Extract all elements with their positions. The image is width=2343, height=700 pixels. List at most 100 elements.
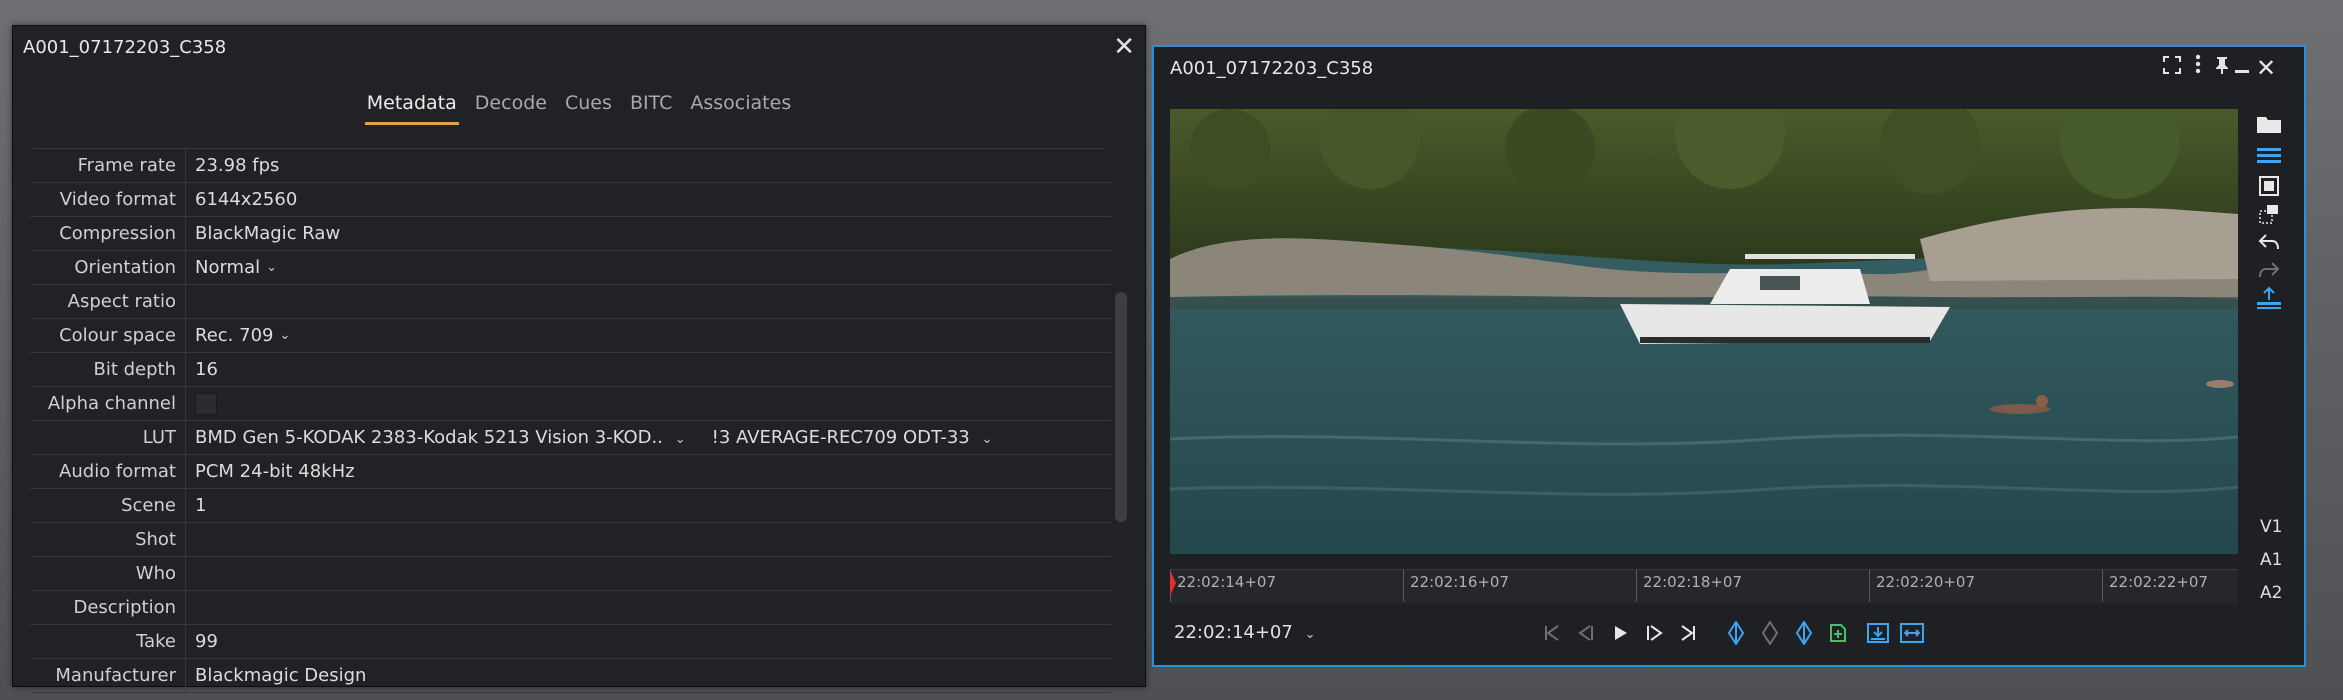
folder-icon[interactable] — [2254, 109, 2284, 139]
more-options-icon[interactable] — [2194, 53, 2202, 83]
chevron-down-icon: ⌄ — [674, 432, 686, 447]
table-row: Aspect ratio — [31, 285, 1111, 319]
add-marker-icon[interactable] — [1756, 619, 1784, 647]
frame-rate-value[interactable]: 23.98 fps — [186, 155, 279, 176]
row-label: Audio format — [31, 455, 186, 488]
chevron-down-icon: ⌄ — [1304, 627, 1316, 642]
row-label: Colour space — [31, 319, 186, 352]
timeline-tick: 22:02:16+07 — [1403, 570, 1509, 602]
metadata-table: Frame rate 23.98 fps Video format 6144x2… — [31, 149, 1111, 693]
table-row: Audio format PCM 24-bit 48kHz — [31, 455, 1111, 489]
pin-icon[interactable] — [2214, 53, 2230, 83]
playhead-marker[interactable] — [1170, 570, 1176, 596]
timeline-tick: 22:02:22+07 — [2102, 570, 2208, 602]
current-timecode: 22:02:14+07 — [1174, 622, 1293, 643]
viewer-panel-title: A001_07172203_C358 — [1170, 58, 1374, 79]
tab-metadata[interactable]: Metadata — [364, 92, 459, 125]
metadata-scrollbar[interactable] — [1115, 168, 1127, 648]
row-label: Manufacturer — [31, 659, 186, 692]
timecode-dropdown[interactable]: 22:02:14+07 ⌄ — [1174, 622, 1315, 643]
lut-dropdown[interactable]: BMD Gen 5-KODAK 2383-Kodak 5213 Vision 3… — [195, 427, 686, 448]
minimize-icon[interactable] — [2234, 53, 2250, 83]
tab-associates[interactable]: Associates — [688, 92, 793, 122]
scrollbar-thumb[interactable] — [1115, 292, 1127, 522]
chevron-down-icon: ⌄ — [266, 260, 278, 275]
table-row: LUT BMD Gen 5-KODAK 2383-Kodak 5213 Visi… — [31, 421, 1111, 455]
track-a2[interactable]: A2 — [2260, 583, 2282, 603]
redo-icon[interactable] — [2254, 255, 2284, 285]
timeline-tick: 22:02:18+07 — [1636, 570, 1742, 602]
metadata-panel: A001_07172203_C358 ✕ Metadata Decode Cue… — [12, 25, 1146, 693]
metadata-panel-title: A001_07172203_C358 — [23, 37, 227, 58]
table-row: Take 99 — [31, 625, 1111, 659]
row-label: Scene — [31, 489, 186, 522]
scene-value[interactable]: 1 — [186, 495, 206, 516]
audio-format-value[interactable]: PCM 24-bit 48kHz — [186, 461, 355, 482]
next-frame-icon[interactable] — [1640, 619, 1668, 647]
table-row: Frame rate 23.98 fps — [31, 149, 1111, 183]
table-row: Scene 1 — [31, 489, 1111, 523]
table-row: Alpha channel — [31, 387, 1111, 421]
bit-depth-value[interactable]: 16 — [186, 359, 218, 380]
orientation-value: Normal — [195, 257, 261, 278]
lut-value: BMD Gen 5-KODAK 2383-Kodak 5213 Vision 3… — [195, 427, 663, 448]
take-value[interactable]: 99 — [186, 631, 218, 652]
track-a1[interactable]: A1 — [2260, 550, 2282, 570]
video-image — [1170, 109, 2238, 554]
go-to-end-icon[interactable] — [1674, 619, 1702, 647]
transport-controls — [1538, 618, 1926, 648]
insert-icon[interactable] — [1864, 619, 1892, 647]
manufacturer-value[interactable]: Blackmagic Design — [186, 665, 366, 686]
close-icon[interactable]: ✕ — [2256, 53, 2276, 83]
alpha-channel-checkbox[interactable] — [195, 392, 217, 415]
timeline-tick: 22:02:14+07 — [1170, 570, 1276, 602]
add-clip-icon[interactable] — [1824, 619, 1852, 647]
row-label: Bit depth — [31, 353, 186, 386]
tab-cues[interactable]: Cues — [563, 92, 614, 122]
table-row: Bit depth 16 — [31, 353, 1111, 387]
mark-in-icon[interactable] — [1722, 619, 1750, 647]
timeline-tick: 22:02:20+07 — [1869, 570, 1975, 602]
row-label: Compression — [31, 217, 186, 250]
timeline-ruler[interactable]: 22:02:14+07 22:02:16+07 22:02:18+07 22:0… — [1170, 569, 2238, 604]
colour-space-value: Rec. 709 — [195, 325, 274, 346]
go-to-start-icon[interactable] — [1538, 619, 1566, 647]
table-row: Orientation Normal ⌄ — [31, 251, 1111, 285]
fullscreen-icon[interactable] — [2162, 53, 2182, 83]
undo-icon[interactable] — [2254, 227, 2284, 257]
alpha-channel-cell — [186, 392, 217, 415]
chevron-down-icon: ⌄ — [981, 432, 993, 447]
frame-view-icon[interactable] — [2254, 171, 2284, 201]
video-frame[interactable] — [1170, 109, 2238, 554]
overlay-view-icon[interactable] — [2254, 199, 2284, 229]
play-icon[interactable] — [1606, 619, 1634, 647]
fit-width-icon[interactable] — [1898, 619, 1926, 647]
video-format-value[interactable]: 6144x2560 — [186, 189, 297, 210]
tab-bitc[interactable]: BITC — [628, 92, 674, 122]
chevron-down-icon: ⌄ — [279, 328, 291, 343]
row-label: Frame rate — [31, 149, 186, 182]
close-icon[interactable]: ✕ — [1113, 32, 1135, 62]
row-label: Who — [31, 557, 186, 590]
colour-space-dropdown[interactable]: Rec. 709 ⌄ — [186, 325, 290, 346]
lut-secondary-dropdown[interactable]: !3 AVERAGE-REC709 ODT-33 ⌄ — [712, 427, 993, 448]
row-label: LUT — [31, 421, 186, 454]
orientation-dropdown[interactable]: Normal ⌄ — [186, 257, 277, 278]
previous-frame-icon[interactable] — [1572, 619, 1600, 647]
row-label: Alpha channel — [31, 387, 186, 420]
row-label: Description — [31, 591, 186, 624]
tab-decode[interactable]: Decode — [473, 92, 549, 122]
track-v1[interactable]: V1 — [2260, 517, 2282, 537]
list-view-icon[interactable] — [2254, 141, 2284, 171]
row-label: Shot — [31, 523, 186, 556]
row-label: Video format — [31, 183, 186, 216]
mark-out-icon[interactable] — [1790, 619, 1818, 647]
row-label: Aspect ratio — [31, 285, 186, 318]
compression-value[interactable]: BlackMagic Raw — [186, 223, 340, 244]
row-label: Take — [31, 625, 186, 658]
table-row: Video format 6144x2560 — [31, 183, 1111, 217]
table-row: Compression BlackMagic Raw — [31, 217, 1111, 251]
viewer-panel: A001_07172203_C358 ✕ 22:02:14+07 22:02:1… — [1152, 45, 2306, 667]
export-icon[interactable] — [2254, 283, 2284, 313]
table-row: Colour space Rec. 709 ⌄ — [31, 319, 1111, 353]
